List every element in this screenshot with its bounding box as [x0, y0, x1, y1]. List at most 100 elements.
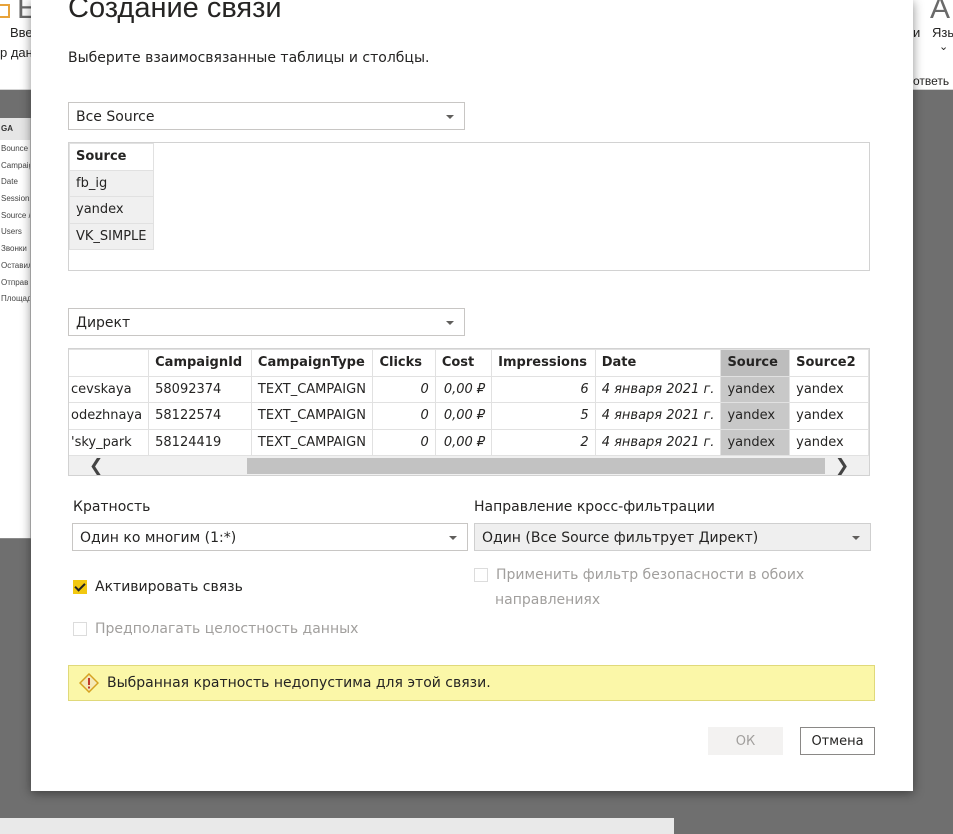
- ribbon-fragment-enter[interactable]: Вве: [10, 25, 33, 40]
- table-row: odezhnaya 58122574 TEXT_CAMPAIGN 0 0,00 …: [69, 402, 869, 430]
- table-cell: cevskaya: [69, 375, 150, 403]
- table-cell: 4 января 2021 г.: [594, 402, 722, 430]
- field-item[interactable]: Source /: [0, 207, 30, 224]
- background-status-bar: [0, 818, 953, 834]
- table2-select[interactable]: Директ: [68, 308, 465, 336]
- checkbox-unchecked-icon[interactable]: [73, 622, 87, 636]
- cardinality-select-value: Один ко многим (1:*): [80, 530, 237, 546]
- table-cell: yandex: [69, 196, 154, 224]
- ribbon-fragment-answer[interactable]: ответь: [913, 74, 949, 88]
- column-header-date[interactable]: Date: [594, 349, 722, 377]
- table-row: VK_SIMPLE: [69, 222, 154, 250]
- column-header-name[interactable]: [69, 349, 150, 377]
- cardinality-select[interactable]: Один ко многим (1:*): [72, 523, 468, 551]
- scroll-right-icon[interactable]: ❯: [835, 456, 849, 475]
- table-cell: 0,00 ₽: [434, 428, 493, 456]
- table-cell: 58124419: [148, 428, 252, 456]
- field-item[interactable]: Звонки: [0, 240, 30, 257]
- field-item[interactable]: Bounce: [0, 140, 30, 157]
- cross-filter-select-value: Один (Все Source фильтрует Директ): [482, 530, 759, 546]
- table-cell: TEXT_CAMPAIGN: [250, 428, 374, 456]
- field-item[interactable]: Sessions: [0, 190, 30, 207]
- dialog-title: Создание связи: [68, 0, 282, 24]
- activate-relationship-label: Активировать связь: [95, 579, 243, 595]
- checkbox-unchecked-icon[interactable]: [474, 568, 488, 582]
- table2-select-value: Директ: [76, 315, 131, 331]
- app-icon: [0, 4, 10, 18]
- security-filter-label-line2: направлениях: [495, 592, 601, 608]
- table1-grid: Source fb_ig yandex VK_SIMPLE: [69, 143, 154, 250]
- table-cell: 0: [372, 375, 436, 403]
- table-cell: VK_SIMPLE: [69, 222, 154, 250]
- column-header-campaignid[interactable]: CampaignId: [148, 349, 252, 377]
- table2-grid: CampaignId CampaignType Clicks Cost Impr…: [69, 349, 869, 456]
- column-header-source[interactable]: Source: [69, 143, 154, 171]
- table-cell: 6: [491, 375, 596, 403]
- table-row: 'sky_park 58124419 TEXT_CAMPAIGN 0 0,00 …: [69, 428, 869, 456]
- warning-text: Выбранная кратность недопустима для этой…: [107, 675, 491, 691]
- table-cell: TEXT_CAMPAIGN: [250, 402, 374, 430]
- field-item[interactable]: Users: [0, 223, 30, 240]
- ribbon-fragment-a: А: [930, 0, 951, 25]
- security-filter-checkbox[interactable]: Применить фильтр безопасности в обоих: [474, 567, 804, 583]
- checkbox-checked-icon[interactable]: [73, 580, 87, 594]
- table1-preview: Source fb_ig yandex VK_SIMPLE: [68, 142, 870, 271]
- ribbon-fragment-i[interactable]: и: [913, 25, 920, 40]
- column-header-clicks[interactable]: Clicks: [372, 349, 436, 377]
- table-cell: yandex: [720, 375, 791, 403]
- table-row: cevskaya 58092374 TEXT_CAMPAIGN 0 0,00 ₽…: [69, 375, 869, 403]
- column-header-source[interactable]: Source: [720, 349, 791, 377]
- create-relationship-dialog: Создание связи Выберите взаимосвязанные …: [31, 0, 913, 791]
- table-cell: fb_ig: [69, 169, 154, 197]
- table-cell: yandex: [720, 428, 791, 456]
- table2-preview: CampaignId CampaignType Clicks Cost Impr…: [68, 348, 870, 476]
- cross-filter-select[interactable]: Один (Все Source фильтрует Директ): [474, 523, 871, 551]
- table-cell: 4 января 2021 г.: [594, 428, 722, 456]
- activate-relationship-checkbox[interactable]: Активировать связь: [73, 579, 243, 595]
- table-cell: 0,00 ₽: [434, 402, 493, 430]
- column-header-cost[interactable]: Cost: [434, 349, 493, 377]
- cardinality-label: Кратность: [73, 499, 151, 515]
- field-item[interactable]: Площад: [0, 290, 30, 307]
- chevron-down-icon[interactable]: ⌄: [939, 40, 948, 53]
- table-cell: TEXT_CAMPAIGN: [250, 375, 374, 403]
- chevron-down-icon: [446, 115, 454, 119]
- field-item[interactable]: Campaig: [0, 157, 30, 174]
- horizontal-scrollbar[interactable]: ❮ ❯: [69, 455, 869, 475]
- field-item[interactable]: Date: [0, 173, 30, 190]
- table-cell: 0,00 ₽: [434, 375, 493, 403]
- field-item[interactable]: Отправ: [0, 274, 30, 291]
- referential-integrity-checkbox[interactable]: Предполагать целостность данных: [73, 621, 358, 637]
- fields-panel-header[interactable]: GA: [0, 118, 30, 140]
- table-cell: odezhnaya: [69, 402, 150, 430]
- scroll-left-icon[interactable]: ❮: [89, 456, 103, 475]
- table-cell: 5: [491, 402, 596, 430]
- table1-select-value: Все Source: [76, 109, 155, 125]
- scrollbar-thumb[interactable]: [247, 458, 825, 474]
- table-cell: 0: [372, 428, 436, 456]
- table-cell: 0: [372, 402, 436, 430]
- table-cell: 4 января 2021 г.: [594, 375, 722, 403]
- column-header-campaigntype[interactable]: CampaignType: [250, 349, 374, 377]
- chevron-down-icon: [446, 321, 454, 325]
- cross-filter-label: Направление кросс-фильтрации: [474, 499, 715, 515]
- table-row: yandex: [69, 196, 154, 224]
- ok-button[interactable]: ОК: [708, 727, 783, 755]
- table-cell: yandex: [789, 428, 869, 456]
- security-filter-label-line1: Применить фильтр безопасности в обоих: [496, 567, 805, 583]
- column-header-source2[interactable]: Source2: [789, 349, 869, 377]
- referential-integrity-label: Предполагать целостность данных: [95, 621, 359, 637]
- fields-panel: GA Bounce Campaig Date Sessions Source /…: [0, 118, 31, 538]
- cardinality-warning: Выбранная кратность недопустима для этой…: [68, 665, 875, 701]
- column-header-impressions[interactable]: Impressions: [491, 349, 596, 377]
- cancel-button[interactable]: Отмена: [800, 727, 875, 755]
- table1-select[interactable]: Все Source: [68, 102, 465, 130]
- ribbon-fragment-data[interactable]: р дан: [0, 45, 33, 60]
- table-cell: 2: [491, 428, 596, 456]
- table-cell: yandex: [789, 375, 869, 403]
- field-item[interactable]: Оставил: [0, 257, 30, 274]
- ribbon-fragment-language[interactable]: Язы: [932, 25, 953, 40]
- background-canvas: [0, 538, 31, 818]
- table-cell: yandex: [789, 402, 869, 430]
- warning-icon: [79, 673, 99, 693]
